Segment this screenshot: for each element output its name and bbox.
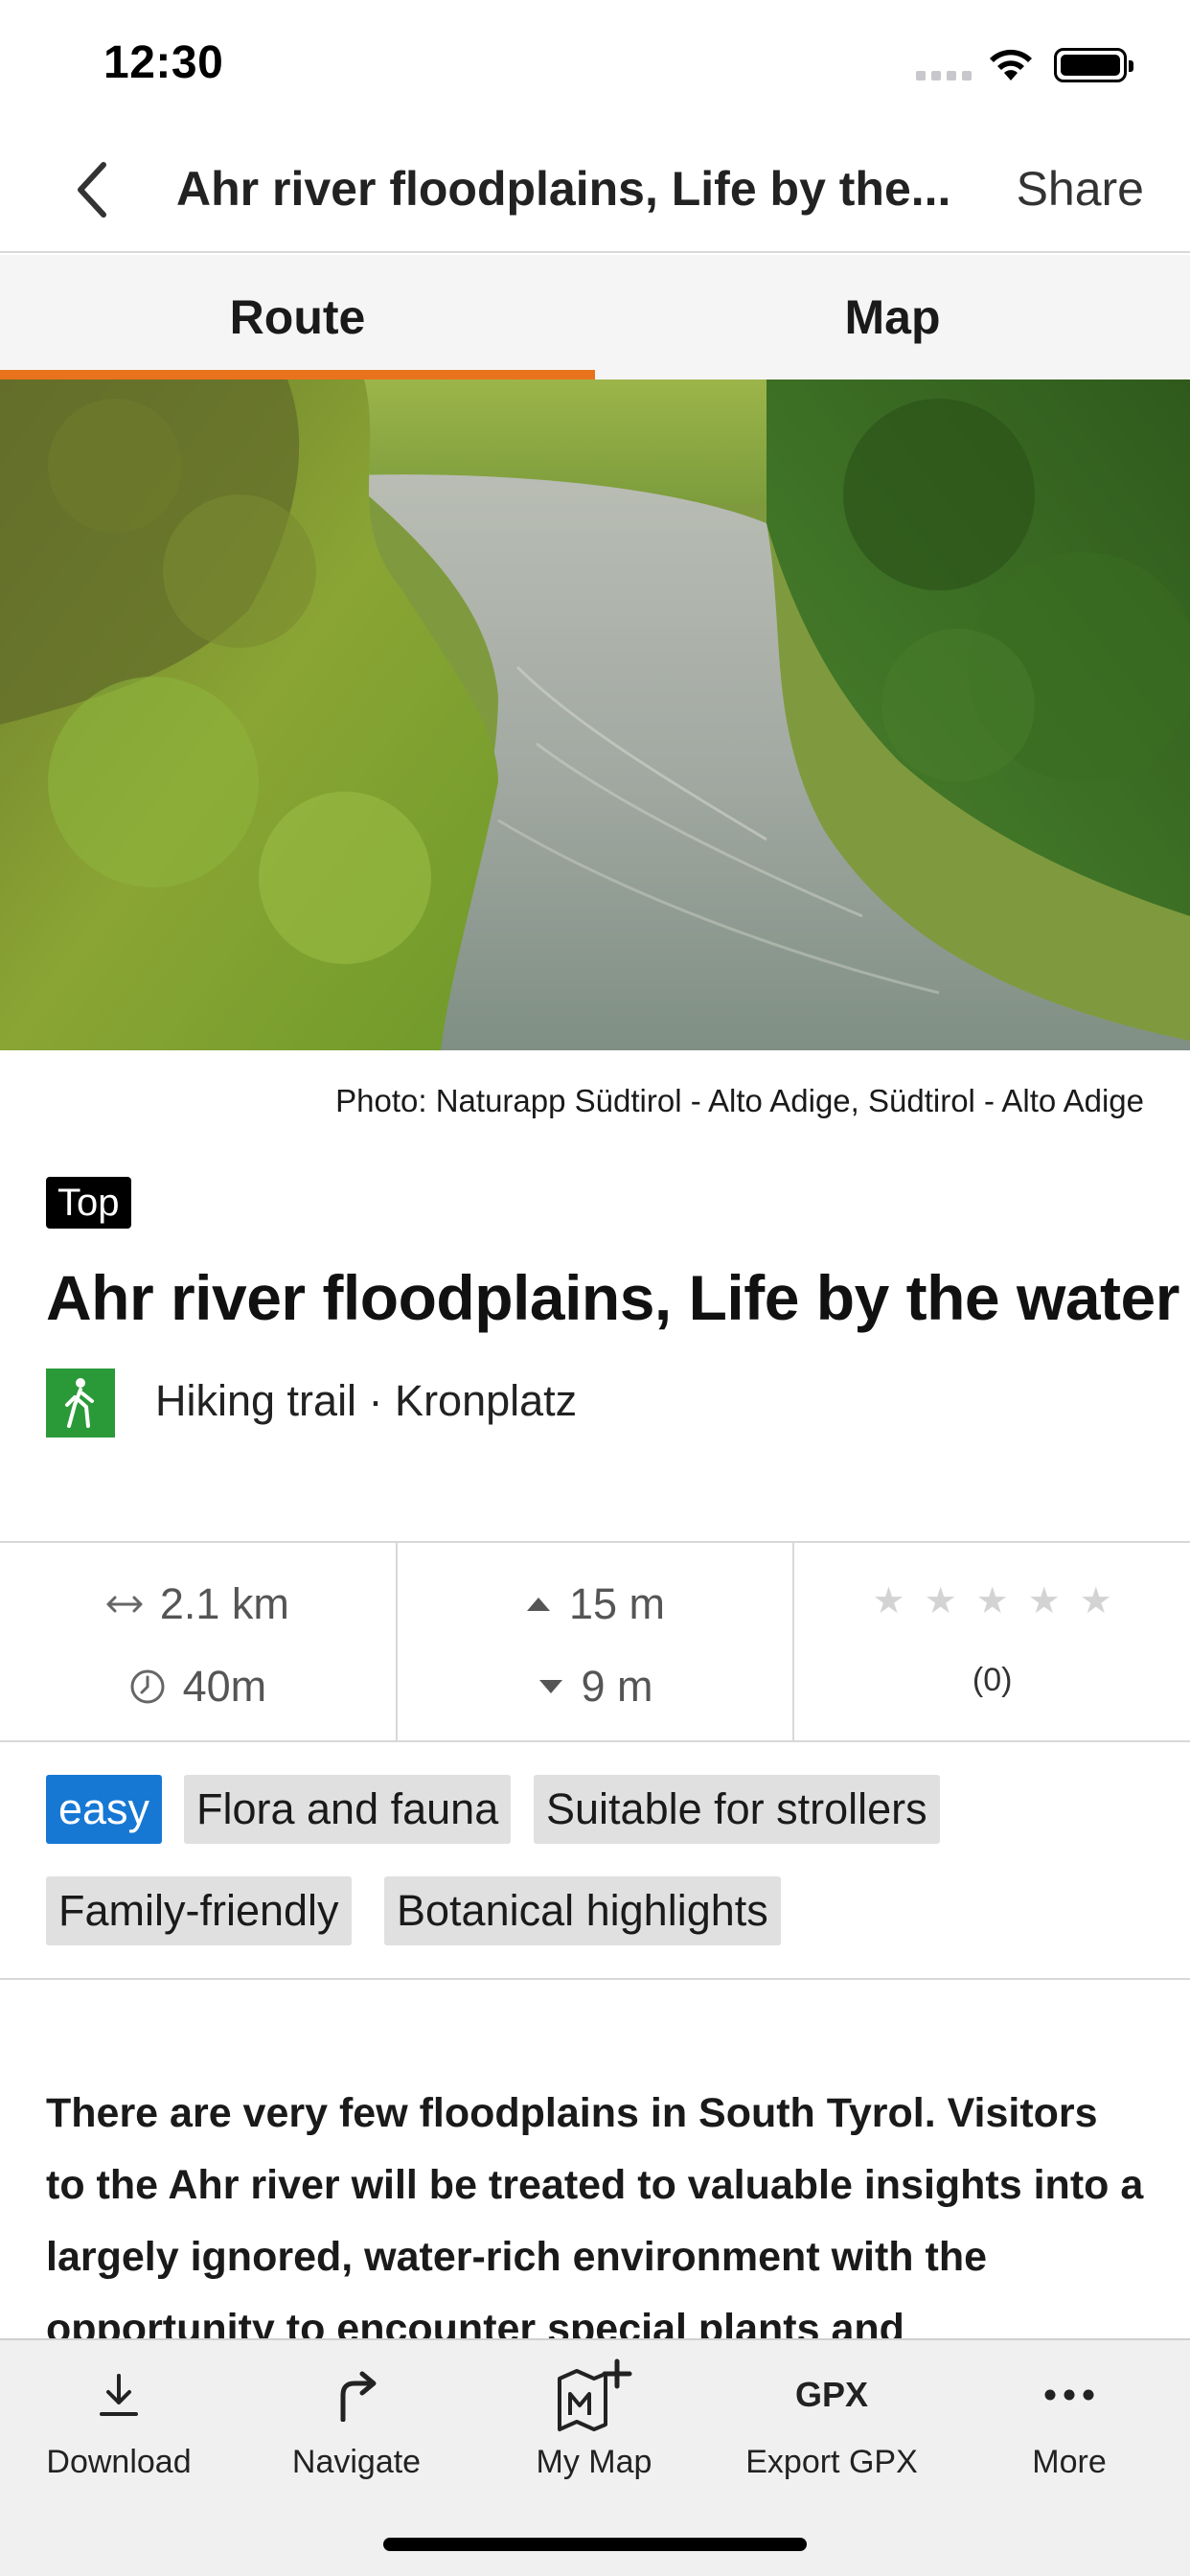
more-label: More: [1032, 2444, 1107, 2480]
tab-map[interactable]: Map: [595, 255, 1190, 380]
more-button[interactable]: More: [950, 2358, 1188, 2511]
cellular-signal-icon: [916, 71, 972, 82]
stats-ascent-descent: 15 m 9 m: [395, 1543, 793, 1740]
back-button[interactable]: [57, 155, 126, 224]
rating-stars[interactable]: ★ ★ ★ ★ ★: [872, 1579, 1111, 1622]
route-photo[interactable]: [0, 380, 1190, 1050]
navigation-bar: Ahr river floodplains, Life by the... Sh…: [0, 126, 1190, 253]
tab-route[interactable]: Route: [0, 255, 595, 380]
ascent-value: 15 m: [568, 1579, 666, 1628]
star-icon: ★: [1079, 1581, 1112, 1622]
rating-count: (0): [972, 1662, 1013, 1698]
tag-chip: Botanical highlights: [384, 1876, 781, 1945]
stats-rating[interactable]: ★ ★ ★ ★ ★ (0): [792, 1543, 1190, 1740]
chevron-left-icon: [78, 162, 106, 218]
ascent-icon: [526, 1598, 550, 1611]
distance-value: 2.1 km: [159, 1579, 289, 1628]
route-description: There are very few floodplains in South …: [46, 2090, 1144, 2352]
navigate-icon: [340, 2371, 377, 2422]
download-label: Download: [46, 2444, 192, 2480]
gpx-icon: GPX: [794, 2375, 869, 2414]
home-indicator[interactable]: [383, 2538, 807, 2551]
more-icon: [1044, 2389, 1094, 2401]
star-icon: ★: [924, 1581, 957, 1622]
battery-icon: [1054, 48, 1133, 82]
navigate-label: Navigate: [291, 2444, 422, 2480]
difficulty-badge: easy: [46, 1775, 163, 1844]
activity-type-and-region: Hiking trail · Kronplatz: [155, 1376, 578, 1425]
download-icon: [100, 2374, 138, 2416]
stats-distance-duration: 2.1 km 40m: [0, 1543, 396, 1740]
download-button[interactable]: Download: [0, 2358, 238, 2511]
tab-bar: Route Map: [0, 255, 1190, 380]
navigate-button[interactable]: Navigate: [238, 2358, 475, 2511]
status-time: 12:30: [103, 37, 224, 88]
my-map-label: My Map: [536, 2444, 652, 2480]
star-icon: ★: [1027, 1581, 1061, 1622]
export-gpx-label: Export GPX: [745, 2444, 918, 2480]
divider: [0, 1978, 1190, 1980]
wifi-icon: [987, 48, 1035, 82]
descent-icon: [538, 1680, 562, 1693]
my-map-icon: [558, 2358, 632, 2431]
duration-value: 40m: [182, 1662, 267, 1711]
hiking-icon: [46, 1368, 115, 1438]
route-stats: 2.1 km 40m 15 m 9 m ★ ★ ★ ★ ★ (0): [0, 1541, 1190, 1742]
status-bar: 12:30: [0, 0, 1190, 126]
nav-title: Ahr river floodplains, Life by the...: [176, 162, 950, 216]
distance-icon: [106, 1596, 143, 1613]
star-icon: ★: [975, 1581, 1009, 1622]
tag-chip: Family-friendly: [46, 1876, 352, 1945]
top-badge: Top: [46, 1177, 131, 1229]
clock-icon: [130, 1669, 165, 1704]
share-button[interactable]: Share: [1017, 161, 1144, 217]
my-map-button[interactable]: My Map: [475, 2358, 713, 2511]
tag-chip: Flora and fauna: [184, 1775, 512, 1844]
photo-caption: Photo: Naturapp Südtirol - Alto Adige, S…: [335, 1083, 1144, 1118]
descent-value: 9 m: [581, 1662, 653, 1711]
tag-chip: Suitable for strollers: [534, 1775, 940, 1844]
export-gpx-button[interactable]: GPX Export GPX: [713, 2358, 950, 2511]
star-icon: ★: [872, 1581, 905, 1622]
route-title: Ahr river floodplains, Life by the water: [46, 1262, 1179, 1333]
